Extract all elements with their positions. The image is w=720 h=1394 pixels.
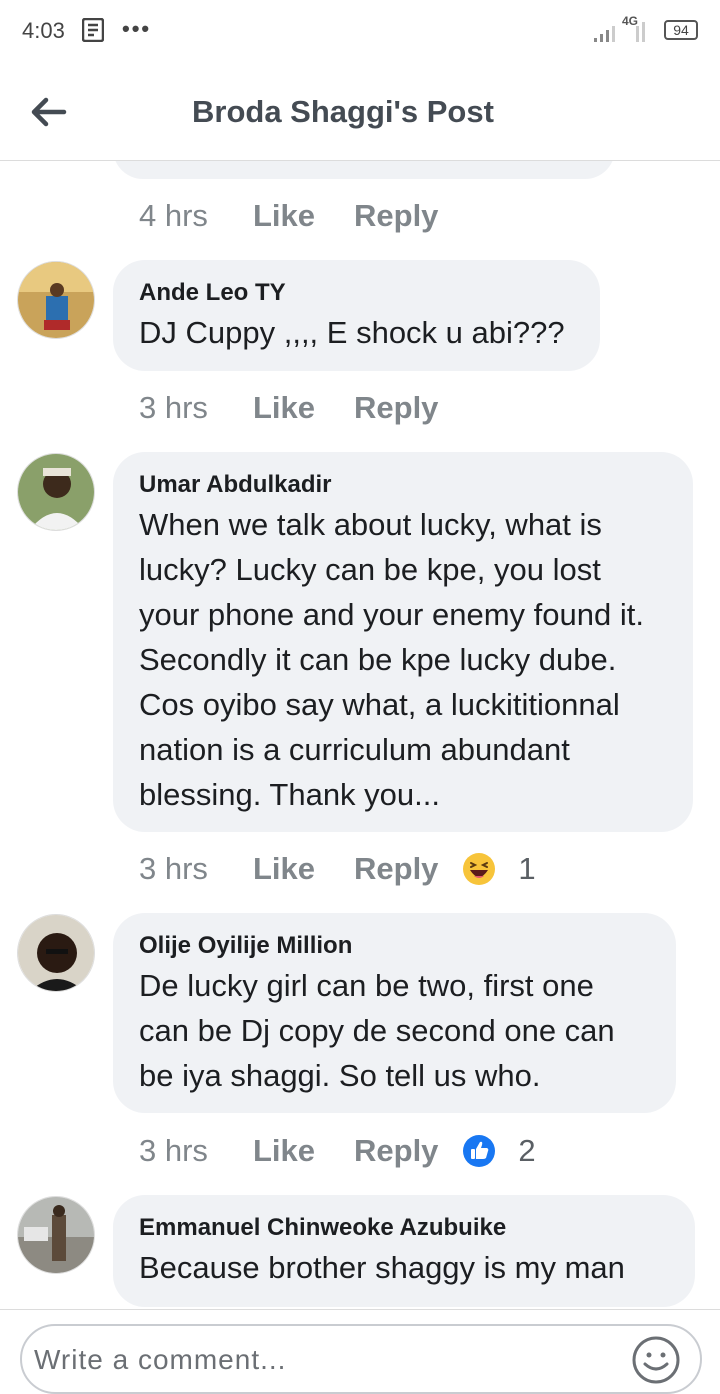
comment-bubble[interactable]: Emmanuel Chinweoke Azubuike Because brot…: [113, 1195, 695, 1307]
comment-author[interactable]: Umar Abdulkadir: [139, 470, 667, 500]
reactions-summary[interactable]: 2: [462, 1133, 536, 1169]
reply-button[interactable]: Reply: [354, 1133, 438, 1169]
reaction-count: 1: [518, 851, 536, 886]
comment-bubble[interactable]: Umar Abdulkadir When we talk about lucky…: [113, 452, 693, 832]
comment-meta: 3 hrs Like Reply: [139, 388, 438, 428]
network-type-label: 4G: [622, 14, 639, 28]
comment-bubble[interactable]: Olije Oyilije Million De lucky girl can …: [113, 913, 676, 1113]
like-button[interactable]: Like: [253, 1133, 354, 1169]
comment-text: DJ Cuppy ,,,, E shock u abi???: [139, 315, 565, 350]
battery-level: 94: [673, 22, 689, 38]
avatar-photo: [18, 262, 94, 338]
comments-feed[interactable]: 4 hrs Like Reply Ande Leo TY DJ Cuppy ,,…: [0, 161, 720, 1309]
like-button[interactable]: Like: [253, 198, 354, 234]
news-icon: [82, 18, 104, 42]
comment-text: Because brother shaggy is my man: [139, 1250, 625, 1285]
back-arrow-icon[interactable]: [28, 92, 68, 132]
comment-author[interactable]: Olije Oyilije Million: [139, 931, 650, 961]
avatar-photo: [18, 454, 94, 530]
comment-bubble[interactable]: Ande Leo TY DJ Cuppy ,,,, E shock u abi?…: [113, 260, 600, 371]
avatar[interactable]: [17, 1196, 95, 1274]
comment-input-placeholder: Write a comment...: [34, 1344, 287, 1375]
page-header: Broda Shaggi's Post: [0, 64, 720, 161]
comment-time: 3 hrs: [139, 1133, 208, 1168]
emoji-picker-icon[interactable]: [630, 1334, 682, 1386]
comment-meta: 3 hrs Like Reply 1: [139, 849, 536, 889]
page-title: Broda Shaggi's Post: [192, 94, 494, 129]
avatar[interactable]: [17, 261, 95, 339]
avatar[interactable]: [17, 914, 95, 992]
comment-author[interactable]: Ande Leo TY: [139, 278, 574, 308]
comment-meta: 3 hrs Like Reply 2: [139, 1131, 536, 1171]
comment-composer: Write a comment...: [0, 1309, 720, 1394]
haha-emoji-icon: [463, 853, 496, 885]
comment-text: When we talk about lucky, what is lucky?…: [139, 507, 644, 812]
comment-meta: 4 hrs Like Reply: [139, 196, 438, 236]
reply-button[interactable]: Reply: [354, 198, 438, 234]
avatar-photo: [18, 1197, 94, 1273]
comment-time: 3 hrs: [139, 390, 208, 425]
status-bar: 4:03 ••• 4G 94: [0, 0, 720, 64]
battery-icon: 94: [664, 20, 698, 40]
avatar-photo: [18, 915, 94, 991]
comment-time: 4 hrs: [139, 198, 208, 233]
more-notifications-icon: •••: [122, 16, 152, 41]
comment-author[interactable]: Emmanuel Chinweoke Azubuike: [139, 1213, 669, 1243]
reply-button[interactable]: Reply: [354, 851, 438, 887]
reactions-summary[interactable]: 1: [462, 851, 536, 887]
reaction-count: 2: [518, 1133, 536, 1168]
like-button[interactable]: Like: [253, 390, 354, 426]
avatar[interactable]: [17, 453, 95, 531]
comment-text: De lucky girl can be two, first one can …: [139, 968, 615, 1093]
status-time: 4:03: [22, 18, 65, 43]
reply-button[interactable]: Reply: [354, 390, 438, 426]
previous-comment-bubble: [113, 161, 615, 179]
like-button[interactable]: Like: [253, 851, 354, 887]
like-thumb-icon: [463, 1135, 496, 1167]
comment-time: 3 hrs: [139, 851, 208, 886]
